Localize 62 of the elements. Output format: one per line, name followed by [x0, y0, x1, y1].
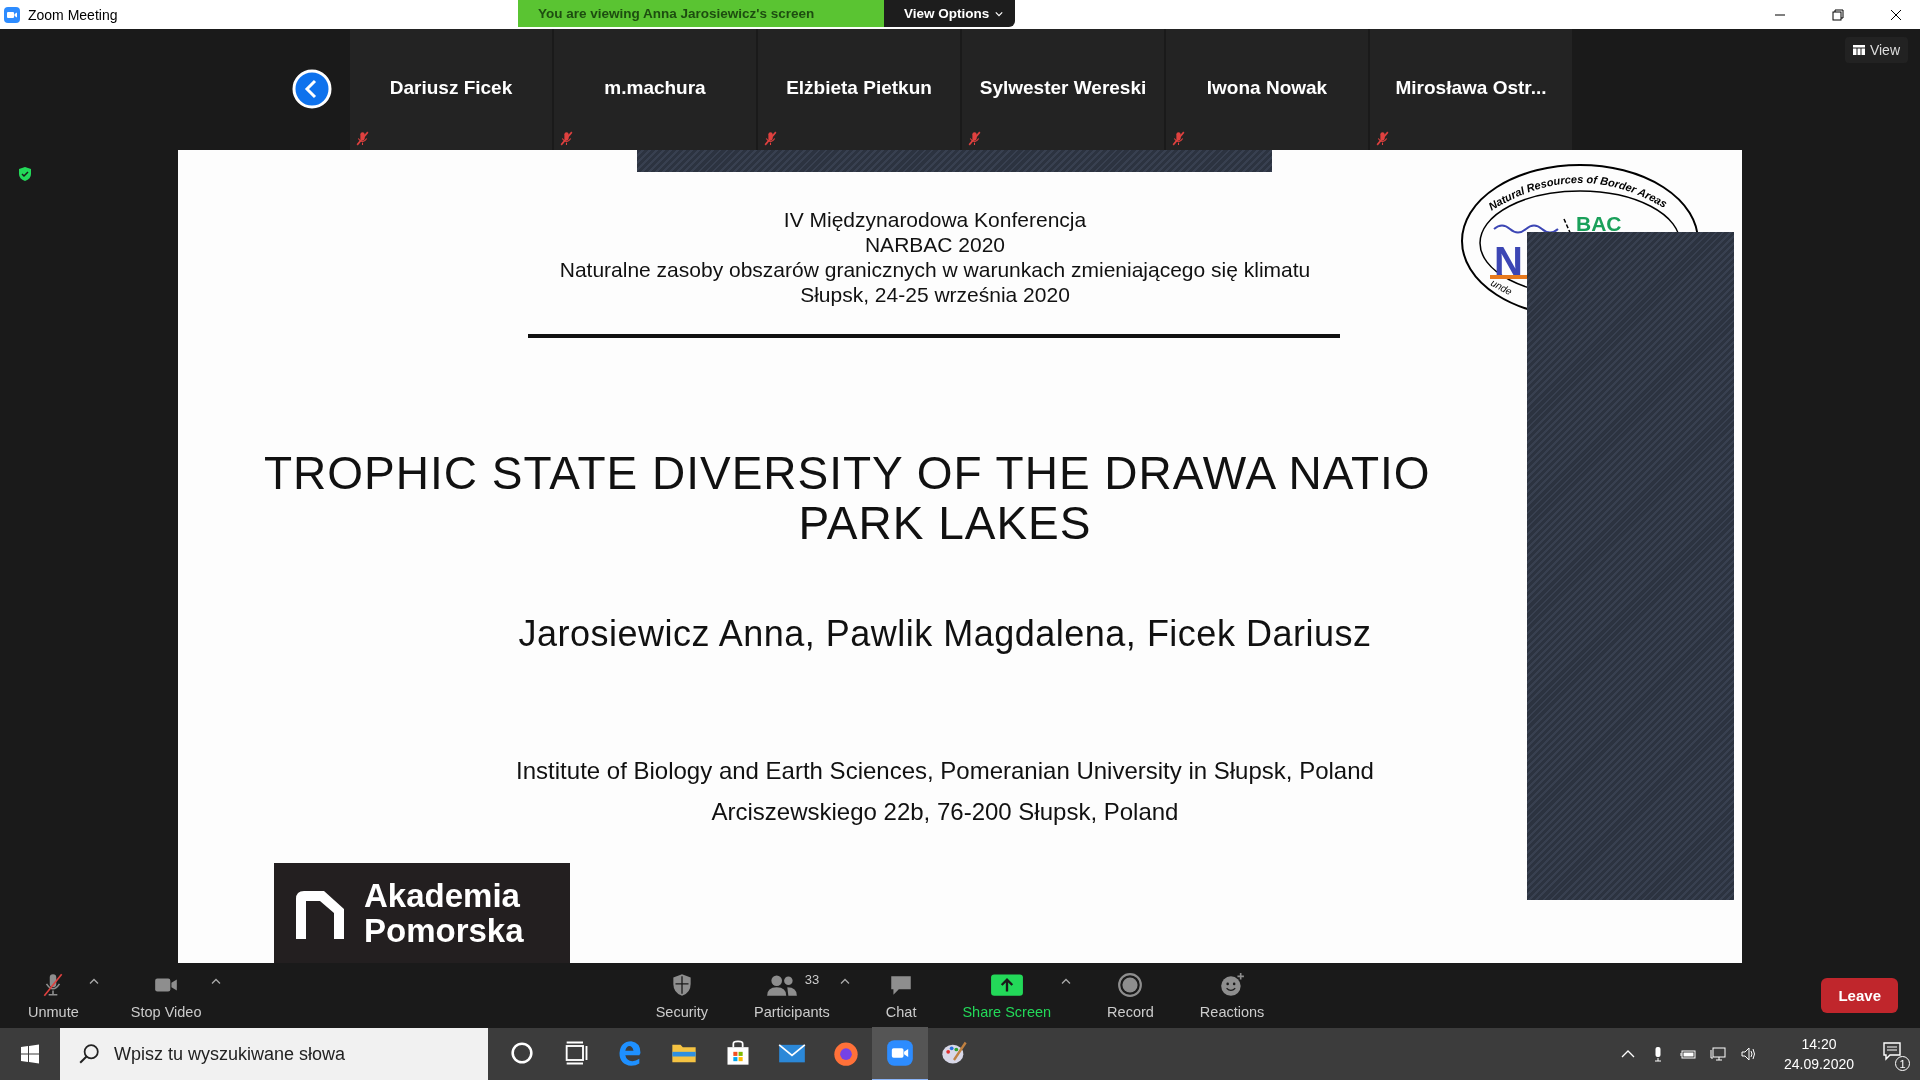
- shield-icon[interactable]: [17, 166, 33, 182]
- chevron-down-icon: [995, 10, 1004, 17]
- share-screen-icon: [989, 971, 1024, 998]
- slide-authors: Jarosiewicz Anna, Pawlik Magdalena, Ficek Dariusz: [518, 613, 1372, 655]
- taskbar-search-box[interactable]: Wpisz tu wyszukiwane słowa: [60, 1028, 488, 1080]
- conference-heading: Naturalne zasoby obszarów granicznych w warunkach zmieniającego się klimatu: [559, 257, 1311, 282]
- conference-heading: IV Międzynarodowa Konferencja: [783, 207, 1087, 232]
- toolbar-button[interactable]: Security: [645, 969, 719, 1022]
- video-camera-app-icon[interactable]: [872, 1027, 928, 1080]
- toolbar-button[interactable]: Record: [1097, 969, 1164, 1022]
- clock-date: 24.09.2020: [1783, 1055, 1854, 1074]
- toolbar-button[interactable]: Unmute: [18, 969, 89, 1022]
- university-name: Pomorska: [364, 913, 524, 948]
- participant-tile[interactable]: Iwona Nowak: [1166, 29, 1368, 150]
- caret-icon[interactable]: [211, 977, 222, 985]
- view-options-button[interactable]: View Options: [884, 0, 1016, 27]
- clock-time: 14:20: [1801, 1035, 1837, 1054]
- participant-count: 33: [804, 971, 820, 987]
- participant-name: Mirosława Ostr...: [1395, 77, 1547, 100]
- toolbar-button[interactable]: 33 Participants: [744, 969, 840, 1022]
- grid-icon: [1852, 45, 1865, 55]
- participant-name: m.machura: [604, 77, 706, 100]
- speaker-icon[interactable]: [1739, 1046, 1756, 1062]
- conference-heading: Słupsk, 24-25 września 2020: [800, 282, 1070, 307]
- caret-icon[interactable]: [88, 977, 99, 985]
- participant-name: Iwona Nowak: [1206, 77, 1328, 100]
- slide-title: TROPHIC STATE DIVERSITY OF THE DRAWA NATIO: [263, 448, 1431, 498]
- caret-icon[interactable]: [1061, 977, 1072, 985]
- taskbar-search-field[interactable]: Wpisz tu wyszukiwane słowa: [114, 1043, 414, 1065]
- affiliation-line: Institute of Biology and Earth Sciences, Pomeranian University in Słupsk, Poland: [516, 756, 1374, 786]
- smiley-plus-icon: [1219, 971, 1246, 998]
- participant-tile[interactable]: Dariusz Ficek: [350, 29, 552, 150]
- toolbar-button[interactable]: Reactions: [1189, 969, 1275, 1022]
- zoom-app-icon: [4, 6, 20, 23]
- conference-heading: NARBAC 2020: [864, 232, 1006, 257]
- affiliation-line: Arciszewskiego 22b, 76-200 Słupsk, Poland: [711, 797, 1179, 827]
- leave-button[interactable]: Leave: [1821, 978, 1898, 1013]
- participant-tile[interactable]: Mirosława Ostr...: [1370, 29, 1572, 150]
- record-icon: [1117, 971, 1144, 998]
- window-title: Zoom Meeting: [28, 6, 118, 23]
- toolbar-button[interactable]: Stop Video: [120, 969, 212, 1022]
- notification-speech-icon[interactable]: [1882, 1041, 1902, 1061]
- participant-tile[interactable]: Sylwester Wereski: [962, 29, 1164, 150]
- windows-start-icon[interactable]: [20, 1044, 40, 1064]
- logo-letters: BAC: [1576, 212, 1622, 235]
- restore-icon[interactable]: [1832, 8, 1844, 21]
- notification-count: 1: [1895, 1056, 1910, 1071]
- toolbar-button[interactable]: Chat: [875, 969, 927, 1022]
- slide-title: PARK LAKES: [798, 498, 1092, 548]
- close-icon[interactable]: [1890, 8, 1902, 21]
- search-icon: [78, 1043, 100, 1065]
- sharing-banner: You are viewing Anna Jarosiewicz's screen: [518, 0, 884, 27]
- caret-icon[interactable]: [839, 977, 850, 985]
- university-name: Akademia: [364, 878, 521, 913]
- participant-name: Sylwester Wereski: [979, 77, 1147, 100]
- participant-tile[interactable]: Elżbieta Pietkun: [758, 29, 960, 150]
- network-monitor-icon[interactable]: [1709, 1046, 1726, 1062]
- toolbar-button[interactable]: Share Screen: [952, 969, 1062, 1022]
- participant-tile[interactable]: m.machura: [554, 29, 756, 150]
- participant-name: Dariusz Ficek: [389, 77, 513, 100]
- participant-name: Elżbieta Pietkun: [786, 77, 932, 100]
- view-button[interactable]: View: [1844, 37, 1908, 63]
